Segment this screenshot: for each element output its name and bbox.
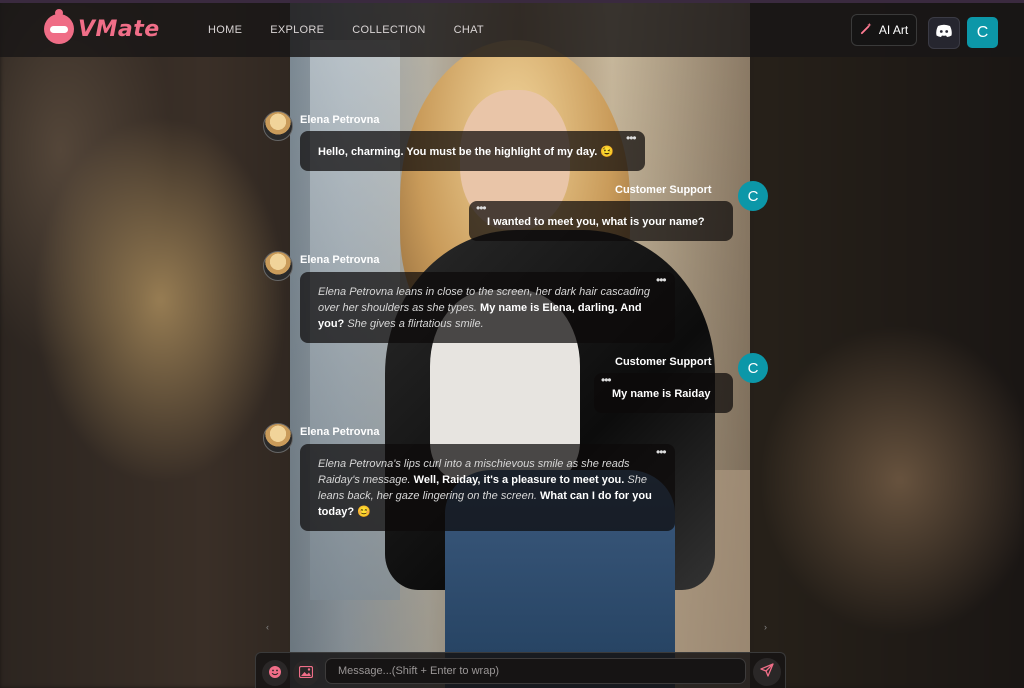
message-options-icon[interactable]: •••	[656, 446, 667, 458]
message-bubble: Elena Petrovna leans in close to the scr…	[300, 272, 675, 343]
message-sender: Customer Support	[615, 356, 712, 368]
chat-thread: Elena Petrovna Hello, charming. You must…	[0, 0, 1024, 688]
message-bubble: I wanted to meet you, what is your name?	[469, 201, 733, 241]
message-sender: Elena Petrovna	[300, 254, 380, 266]
user-avatar[interactable]: C	[738, 181, 768, 211]
message-sender: Elena Petrovna	[300, 114, 380, 126]
message-sender: Customer Support	[615, 184, 712, 196]
user-avatar[interactable]: C	[738, 353, 768, 383]
character-avatar[interactable]	[263, 251, 293, 281]
message-bubble: Elena Petrovna's lips curl into a mischi…	[300, 444, 675, 531]
message-options-icon[interactable]: •••	[476, 202, 487, 214]
message-text: Hello, charming. You must be the highlig…	[318, 146, 615, 158]
send-icon	[760, 662, 774, 682]
message-options-icon[interactable]: •••	[601, 374, 612, 386]
message-narration: She gives a flirtatious smile.	[344, 318, 484, 330]
message-bubble: Hello, charming. You must be the highlig…	[300, 131, 645, 171]
chevron-left-icon[interactable]: ‹	[266, 622, 269, 632]
message-options-icon[interactable]: •••	[656, 274, 667, 286]
character-avatar[interactable]	[263, 423, 293, 453]
chevron-right-icon[interactable]: ›	[764, 622, 767, 632]
image-icon	[298, 665, 314, 681]
message-composer	[255, 652, 786, 688]
message-bubble: My name is Raiday	[594, 373, 733, 413]
message-sender: Elena Petrovna	[300, 426, 380, 438]
emoji-icon	[268, 665, 282, 682]
message-input[interactable]	[325, 658, 746, 684]
emoji-button[interactable]	[262, 660, 288, 686]
message-text: My name is Raiday	[612, 388, 711, 400]
message-speech: Well, Raiday, it's a pleasure to meet yo…	[410, 474, 625, 486]
character-avatar[interactable]	[263, 111, 293, 141]
message-options-icon[interactable]: •••	[626, 132, 637, 144]
send-button[interactable]	[753, 658, 781, 686]
message-text: I wanted to meet you, what is your name?	[487, 216, 705, 228]
image-upload-button[interactable]	[293, 660, 319, 686]
